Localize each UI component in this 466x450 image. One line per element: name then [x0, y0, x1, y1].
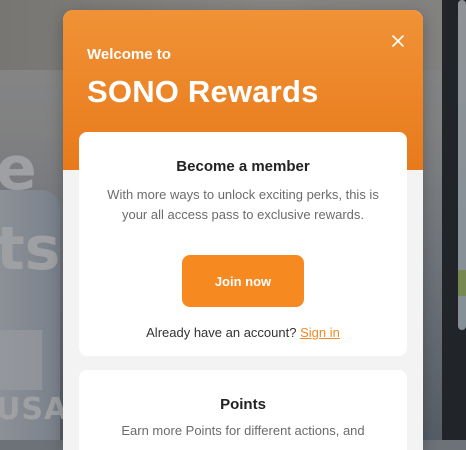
welcome-text: Welcome to [87, 46, 171, 63]
close-button[interactable] [387, 30, 409, 52]
signin-row: Already have an account? Sign in [79, 325, 407, 340]
close-icon [392, 35, 404, 47]
join-now-button[interactable]: Join now [182, 255, 304, 307]
member-card: Become a member With more ways to unlock… [79, 132, 407, 356]
points-description: Earn more Points for different actions, … [121, 423, 365, 438]
rewards-modal: Welcome to SONO Rewards Become a member … [63, 10, 423, 450]
signin-prompt: Already have an account? [146, 325, 297, 340]
signin-link[interactable]: Sign in [300, 325, 340, 340]
member-title: Become a member [176, 158, 310, 175]
points-title: Points [220, 396, 266, 413]
brand-title: SONO Rewards [87, 74, 319, 109]
points-card: Points Earn more Points for different ac… [79, 370, 407, 450]
member-description: With more ways to unlock exciting perks,… [107, 187, 379, 222]
